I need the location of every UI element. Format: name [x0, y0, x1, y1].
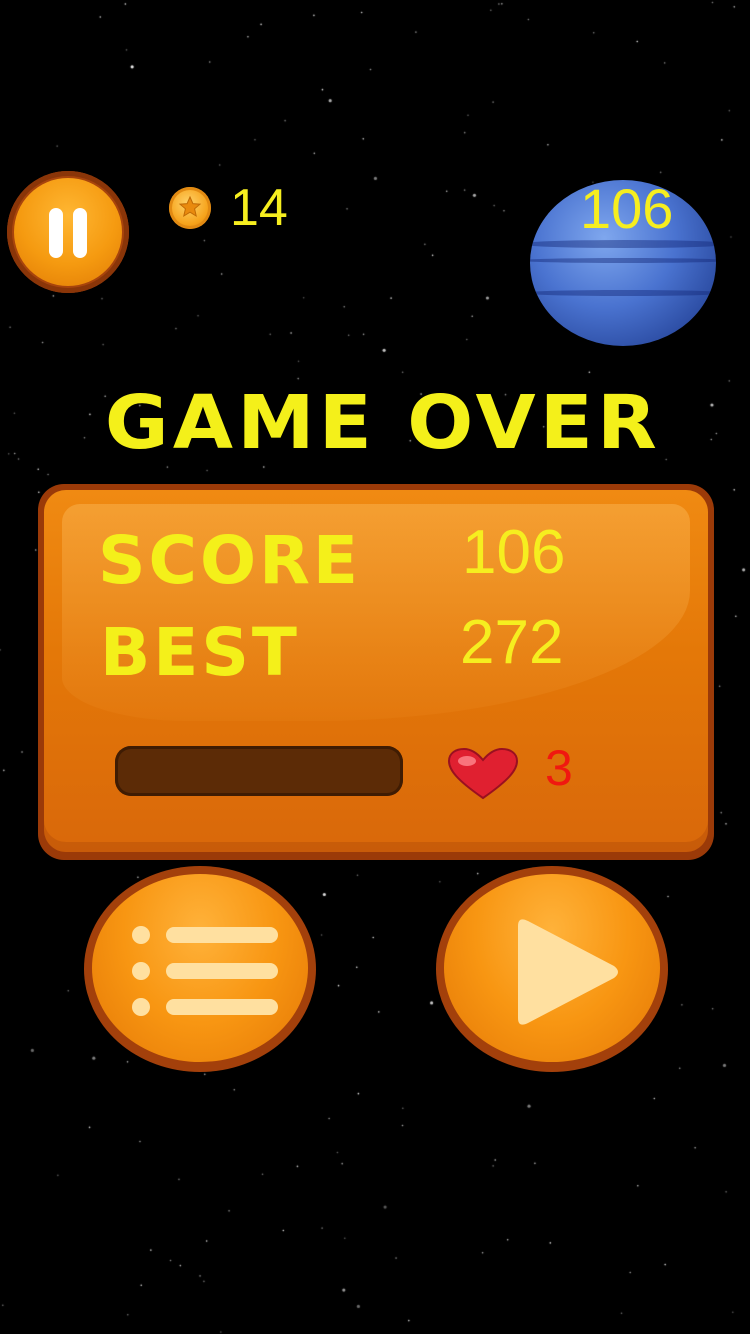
lives-count: 3	[545, 740, 573, 796]
best-value: 272	[460, 608, 564, 677]
menu-icon	[92, 874, 308, 1062]
best-label: BEST	[100, 614, 300, 691]
score-value: 106	[462, 518, 566, 587]
play-icon	[444, 874, 660, 1062]
heart-icon	[447, 747, 519, 804]
score-label: SCORE	[98, 522, 361, 599]
pause-button[interactable]	[7, 171, 129, 293]
coin-count: 14	[230, 179, 288, 237]
current-score: 106	[580, 177, 674, 240]
menu-button[interactable]	[84, 866, 316, 1072]
game-over-title: GAME OVER	[104, 380, 662, 466]
pause-icon	[14, 178, 122, 286]
progress-bar	[115, 746, 403, 796]
coin-icon	[169, 187, 211, 229]
play-button[interactable]	[436, 866, 668, 1072]
